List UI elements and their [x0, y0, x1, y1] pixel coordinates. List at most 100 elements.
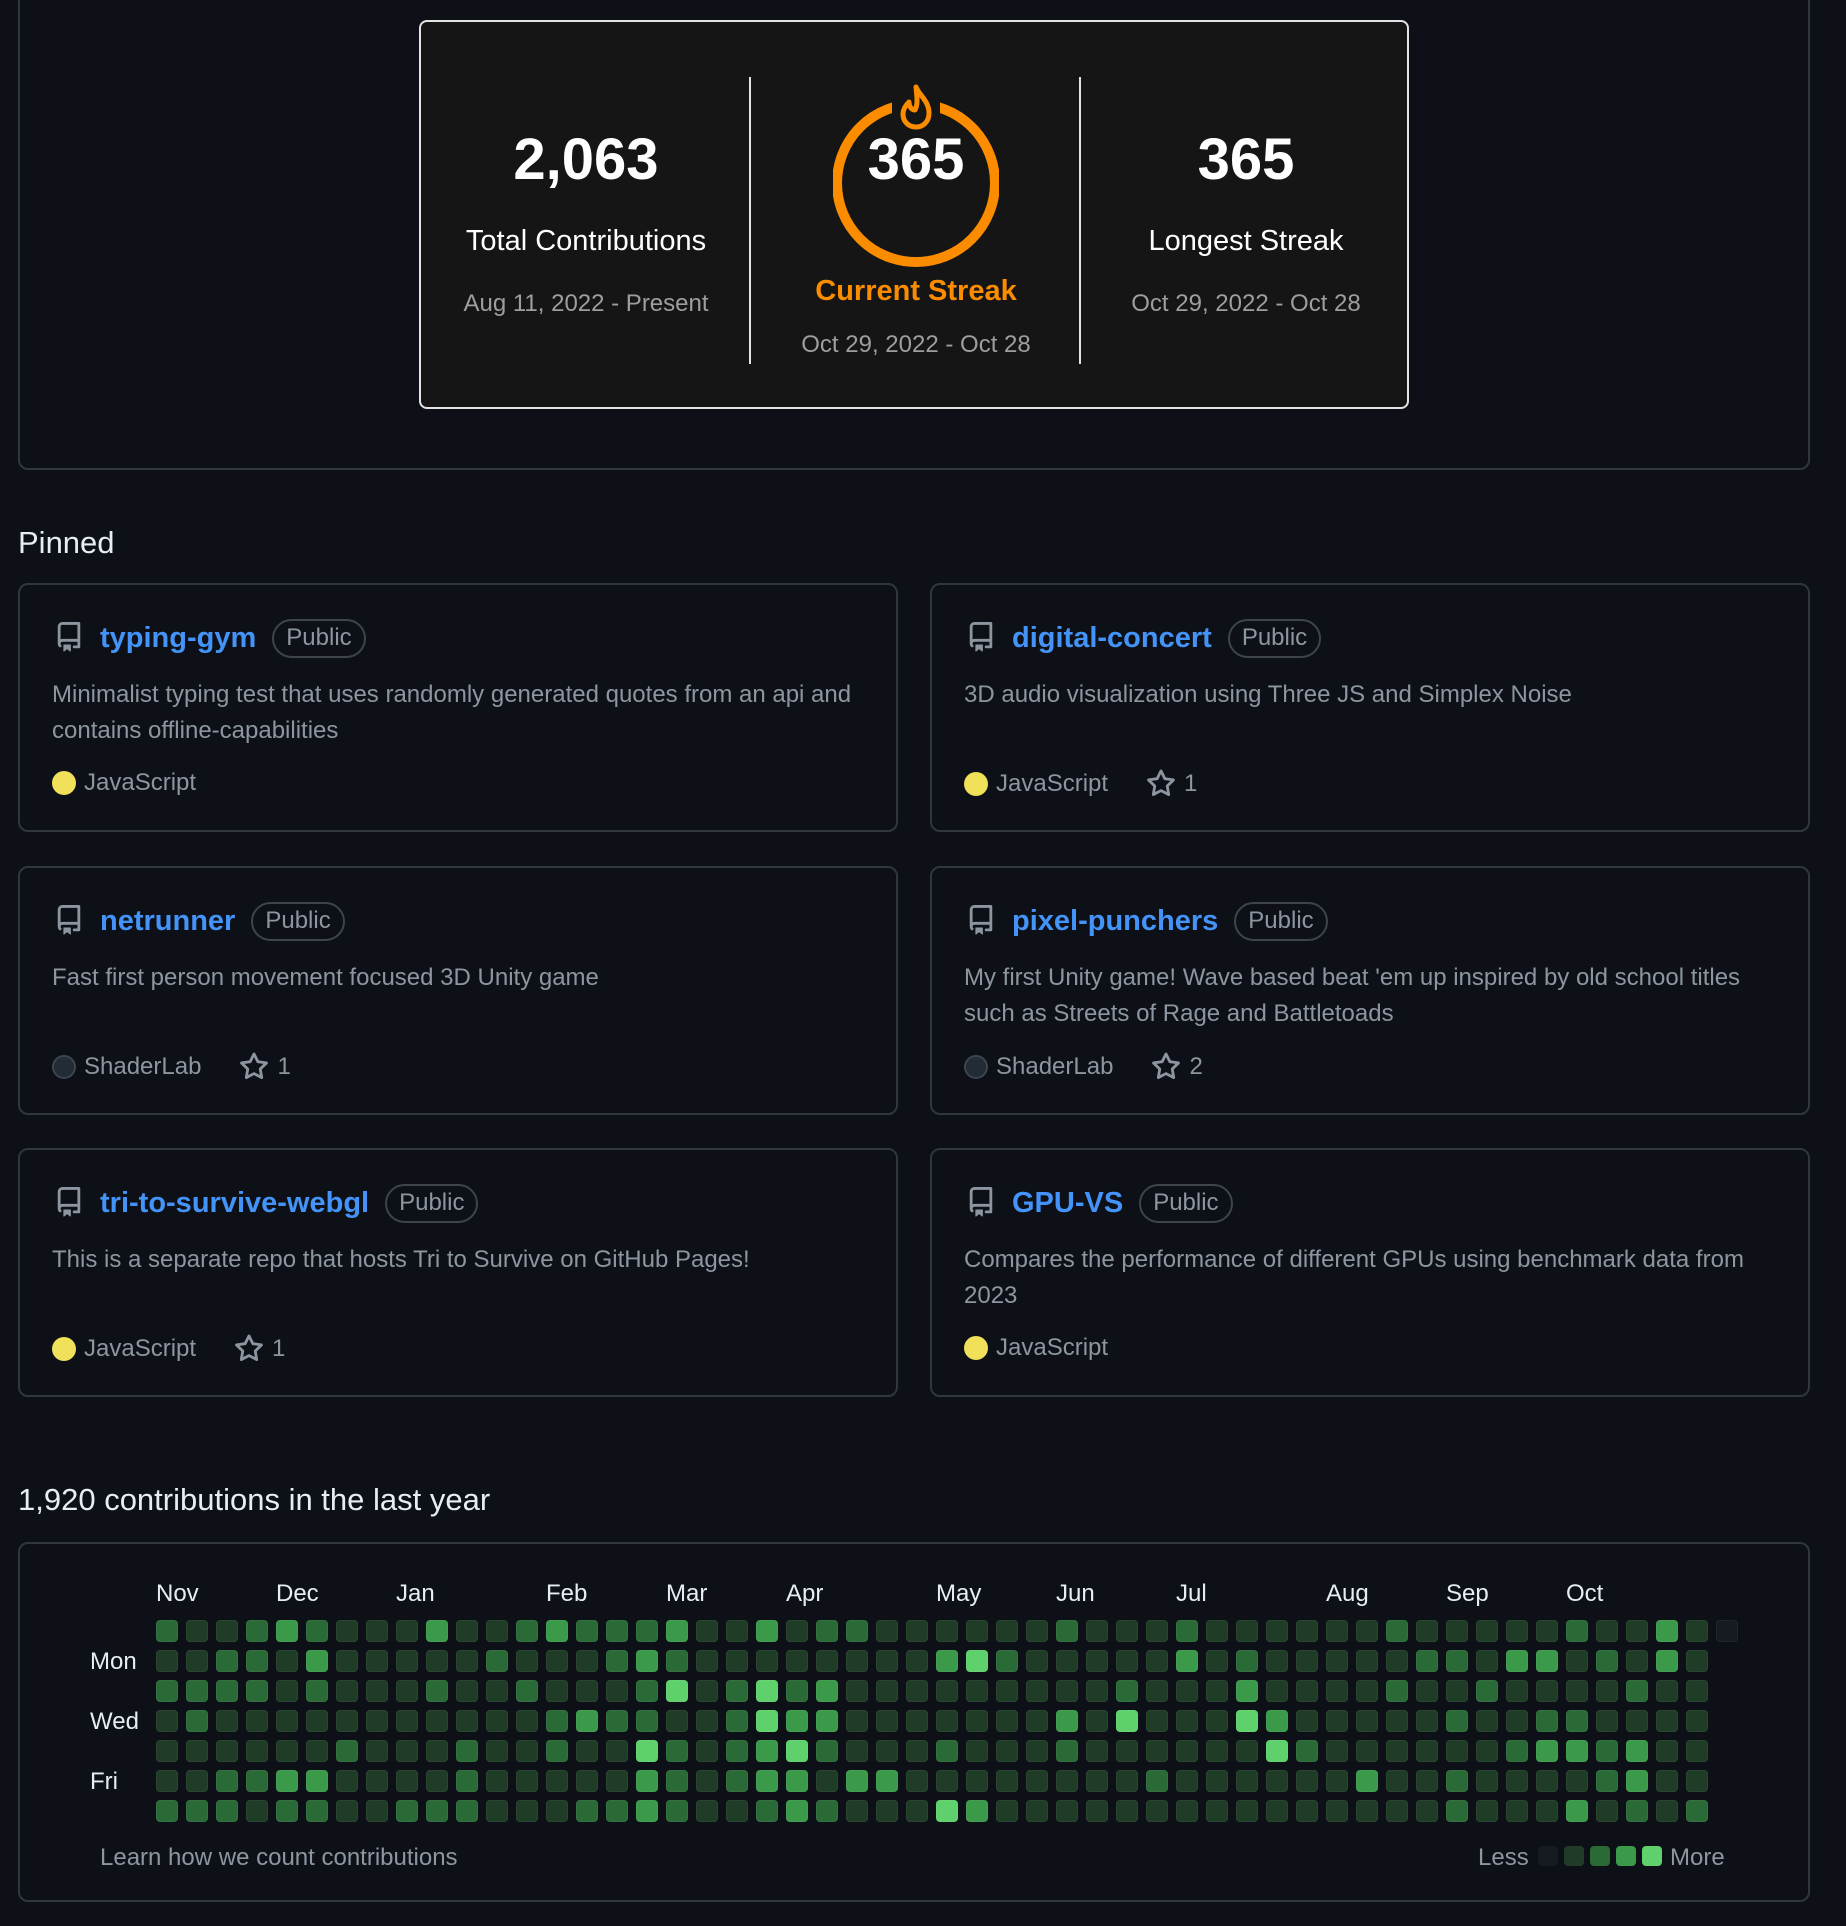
- contribution-day[interactable]: [1506, 1710, 1528, 1732]
- contribution-day[interactable]: [546, 1680, 568, 1702]
- contribution-day[interactable]: [966, 1770, 988, 1792]
- contribution-day[interactable]: [1476, 1710, 1498, 1732]
- contribution-day[interactable]: [1686, 1770, 1708, 1792]
- contribution-day[interactable]: [1356, 1740, 1378, 1762]
- contribution-day[interactable]: [1626, 1770, 1648, 1792]
- contribution-day[interactable]: [1296, 1710, 1318, 1732]
- contribution-day[interactable]: [816, 1620, 838, 1642]
- contribution-day[interactable]: [1386, 1620, 1408, 1642]
- contribution-day[interactable]: [1176, 1620, 1198, 1642]
- contribution-day[interactable]: [696, 1650, 718, 1672]
- contribution-day[interactable]: [636, 1680, 658, 1702]
- contribution-day[interactable]: [456, 1650, 478, 1672]
- contribution-day[interactable]: [1356, 1650, 1378, 1672]
- contribution-day[interactable]: [1536, 1620, 1558, 1642]
- contribution-day[interactable]: [486, 1800, 508, 1822]
- contribution-day[interactable]: [756, 1650, 778, 1672]
- contribution-day[interactable]: [666, 1770, 688, 1792]
- contribution-day[interactable]: [1626, 1710, 1648, 1732]
- contribution-day[interactable]: [1116, 1800, 1138, 1822]
- contribution-day[interactable]: [1566, 1680, 1588, 1702]
- contribution-day[interactable]: [216, 1800, 238, 1822]
- contribution-day[interactable]: [306, 1800, 328, 1822]
- contribution-day[interactable]: [396, 1620, 418, 1642]
- contribution-day[interactable]: [1266, 1680, 1288, 1702]
- contribution-day[interactable]: [396, 1740, 418, 1762]
- contribution-day[interactable]: [456, 1740, 478, 1762]
- contribution-day[interactable]: [1446, 1800, 1468, 1822]
- contribution-day[interactable]: [186, 1800, 208, 1822]
- contribution-day[interactable]: [1536, 1800, 1558, 1822]
- contribution-day[interactable]: [1026, 1710, 1048, 1732]
- contribution-day[interactable]: [1326, 1800, 1348, 1822]
- contribution-day[interactable]: [276, 1800, 298, 1822]
- contribution-day[interactable]: [816, 1710, 838, 1732]
- contribution-day[interactable]: [516, 1770, 538, 1792]
- contribution-day[interactable]: [606, 1620, 628, 1642]
- contribution-day[interactable]: [336, 1800, 358, 1822]
- contribution-day[interactable]: [786, 1620, 808, 1642]
- contribution-day[interactable]: [1356, 1680, 1378, 1702]
- contribution-day[interactable]: [366, 1650, 388, 1672]
- contribution-day[interactable]: [1416, 1770, 1438, 1792]
- contribution-day[interactable]: [726, 1800, 748, 1822]
- contribution-day[interactable]: [756, 1800, 778, 1822]
- contribution-day[interactable]: [996, 1680, 1018, 1702]
- contribution-day[interactable]: [1236, 1770, 1258, 1792]
- contribution-day[interactable]: [576, 1620, 598, 1642]
- repo-name-link[interactable]: digital-concert: [1012, 622, 1212, 655]
- contribution-day[interactable]: [306, 1770, 328, 1792]
- contribution-day[interactable]: [246, 1680, 268, 1702]
- contribution-day[interactable]: [1566, 1710, 1588, 1732]
- contribution-day[interactable]: [1176, 1770, 1198, 1792]
- contribution-day[interactable]: [156, 1650, 178, 1672]
- contribution-day[interactable]: [666, 1800, 688, 1822]
- contribution-day[interactable]: [786, 1650, 808, 1672]
- contribution-day[interactable]: [1116, 1620, 1138, 1642]
- contribution-day[interactable]: [936, 1710, 958, 1732]
- contribution-day[interactable]: [876, 1650, 898, 1672]
- contribution-day[interactable]: [636, 1770, 658, 1792]
- contribution-day[interactable]: [336, 1620, 358, 1642]
- contribution-day[interactable]: [756, 1680, 778, 1702]
- contribution-day[interactable]: [636, 1650, 658, 1672]
- contribution-day[interactable]: [1416, 1620, 1438, 1642]
- contribution-day[interactable]: [1086, 1710, 1108, 1732]
- contribution-day[interactable]: [1026, 1680, 1048, 1702]
- contribution-day[interactable]: [1086, 1800, 1108, 1822]
- contribution-day[interactable]: [456, 1620, 478, 1642]
- contribution-day[interactable]: [636, 1710, 658, 1732]
- contribution-day[interactable]: [576, 1710, 598, 1732]
- contribution-day[interactable]: [1146, 1770, 1168, 1792]
- contribution-day[interactable]: [396, 1800, 418, 1822]
- contribution-day[interactable]: [1626, 1620, 1648, 1642]
- contribution-day[interactable]: [1506, 1650, 1528, 1672]
- contribution-day[interactable]: [666, 1710, 688, 1732]
- contribution-day[interactable]: [276, 1740, 298, 1762]
- contribution-day[interactable]: [756, 1770, 778, 1792]
- contribution-day[interactable]: [246, 1710, 268, 1732]
- contribution-day[interactable]: [1296, 1620, 1318, 1642]
- contribution-day[interactable]: [1596, 1740, 1618, 1762]
- contribution-day[interactable]: [246, 1650, 268, 1672]
- contribution-day[interactable]: [546, 1620, 568, 1642]
- contribution-day[interactable]: [1566, 1740, 1588, 1762]
- repo-name-link[interactable]: GPU-VS: [1012, 1187, 1123, 1220]
- contribution-day[interactable]: [666, 1740, 688, 1762]
- contribution-day[interactable]: [336, 1770, 358, 1792]
- contribution-day[interactable]: [156, 1800, 178, 1822]
- contribution-day[interactable]: [1416, 1650, 1438, 1672]
- contribution-day[interactable]: [1506, 1800, 1528, 1822]
- contribution-day[interactable]: [906, 1620, 928, 1642]
- contribution-day[interactable]: [606, 1800, 628, 1822]
- contribution-day[interactable]: [276, 1650, 298, 1672]
- contribution-day[interactable]: [1416, 1710, 1438, 1732]
- contribution-day[interactable]: [1476, 1800, 1498, 1822]
- contribution-day[interactable]: [906, 1800, 928, 1822]
- contribution-day[interactable]: [1536, 1650, 1558, 1672]
- contribution-day[interactable]: [576, 1800, 598, 1822]
- contribution-day[interactable]: [366, 1710, 388, 1732]
- contribution-day[interactable]: [396, 1710, 418, 1732]
- contribution-day[interactable]: [1266, 1800, 1288, 1822]
- contribution-day[interactable]: [816, 1680, 838, 1702]
